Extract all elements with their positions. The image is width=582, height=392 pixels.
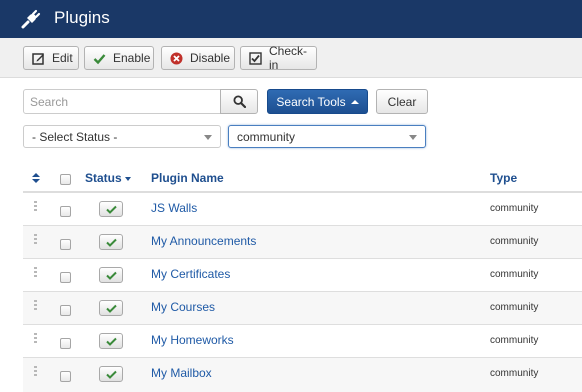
caret-down-icon [124,176,131,181]
plugin-type: community [490,368,539,379]
row-checkbox[interactable] [60,371,71,382]
sort-icon[interactable] [32,173,40,183]
plug-icon [21,9,41,29]
check-icon [93,53,106,64]
disable-button[interactable]: Disable [161,46,235,70]
name-column-header[interactable]: Plugin Name [151,171,224,185]
table-row: My Courses community [23,292,582,325]
disable-label: Disable [190,51,231,65]
table-row: My Mailbox community [23,358,582,392]
check-icon [105,238,117,247]
plugin-name-link[interactable]: JS Walls [151,201,197,215]
drag-handle-icon[interactable] [34,366,37,378]
checkin-label: Check-in [269,44,308,72]
status-select[interactable]: - Select Status - [23,125,221,148]
status-toggle[interactable] [99,366,123,382]
plugin-name-link[interactable]: My Certificates [151,267,230,281]
status-toggle[interactable] [99,201,123,217]
table-row: JS Walls community [23,193,582,226]
plugin-name-link[interactable]: My Mailbox [151,366,212,380]
plugin-name-link[interactable]: My Announcements [151,234,256,248]
search-input[interactable] [23,89,221,114]
page-header: Plugins [0,0,582,38]
drag-handle-icon[interactable] [34,300,37,312]
type-select-value: community [237,129,296,144]
status-select-value: - Select Status - [32,129,118,144]
edit-label: Edit [52,51,73,65]
type-select[interactable]: community [228,125,426,148]
status-toggle[interactable] [99,234,123,250]
toolbar: Edit Enable Disable Check-in [0,38,582,78]
clear-button[interactable]: Clear [376,89,428,114]
drag-handle-icon[interactable] [34,201,37,213]
type-column-header[interactable]: Type [490,171,517,185]
status-toggle[interactable] [99,300,123,316]
plugin-name-link[interactable]: My Courses [151,300,215,314]
plugin-type: community [490,203,539,214]
checkbox-checked-icon [249,51,262,65]
row-checkbox[interactable] [60,338,71,349]
table-row: My Announcements community [23,226,582,259]
search-tools-button[interactable]: Search Tools [267,89,368,114]
enable-button[interactable]: Enable [84,46,154,70]
plugin-type: community [490,302,539,313]
enable-label: Enable [113,51,151,65]
check-icon [105,205,117,214]
check-icon [105,370,117,379]
check-icon [105,271,117,280]
drag-handle-icon[interactable] [34,234,37,246]
plugin-type: community [490,236,539,247]
check-icon [105,337,117,346]
search-icon [232,95,246,108]
table-header: Status Plugin Name Type [23,164,582,193]
row-checkbox[interactable] [60,305,71,316]
chevron-down-icon [204,135,212,140]
table-row: My Homeworks community [23,325,582,358]
status-toggle[interactable] [99,333,123,349]
status-toggle[interactable] [99,267,123,283]
table-row: My Certificates community [23,259,582,292]
edit-button[interactable]: Edit [23,46,79,70]
page-title: Plugins [54,8,110,27]
search-tools-label: Search Tools [276,94,346,109]
plugin-type: community [490,269,539,280]
chevron-down-icon [409,135,417,140]
drag-handle-icon[interactable] [34,267,37,279]
status-header-label: Status [85,171,122,185]
status-column-header[interactable]: Status [85,171,131,185]
select-all-checkbox[interactable] [60,174,71,185]
row-checkbox[interactable] [60,239,71,250]
row-checkbox[interactable] [60,272,71,283]
edit-icon [32,52,44,65]
row-checkbox[interactable] [60,206,71,217]
drag-handle-icon[interactable] [34,333,37,345]
caret-up-icon [350,99,359,104]
plugin-name-link[interactable]: My Homeworks [151,333,234,347]
check-icon [105,304,117,313]
disable-icon [170,52,183,64]
plugin-type: community [490,335,539,346]
checkin-button[interactable]: Check-in [240,44,317,72]
search-button[interactable] [220,89,258,114]
